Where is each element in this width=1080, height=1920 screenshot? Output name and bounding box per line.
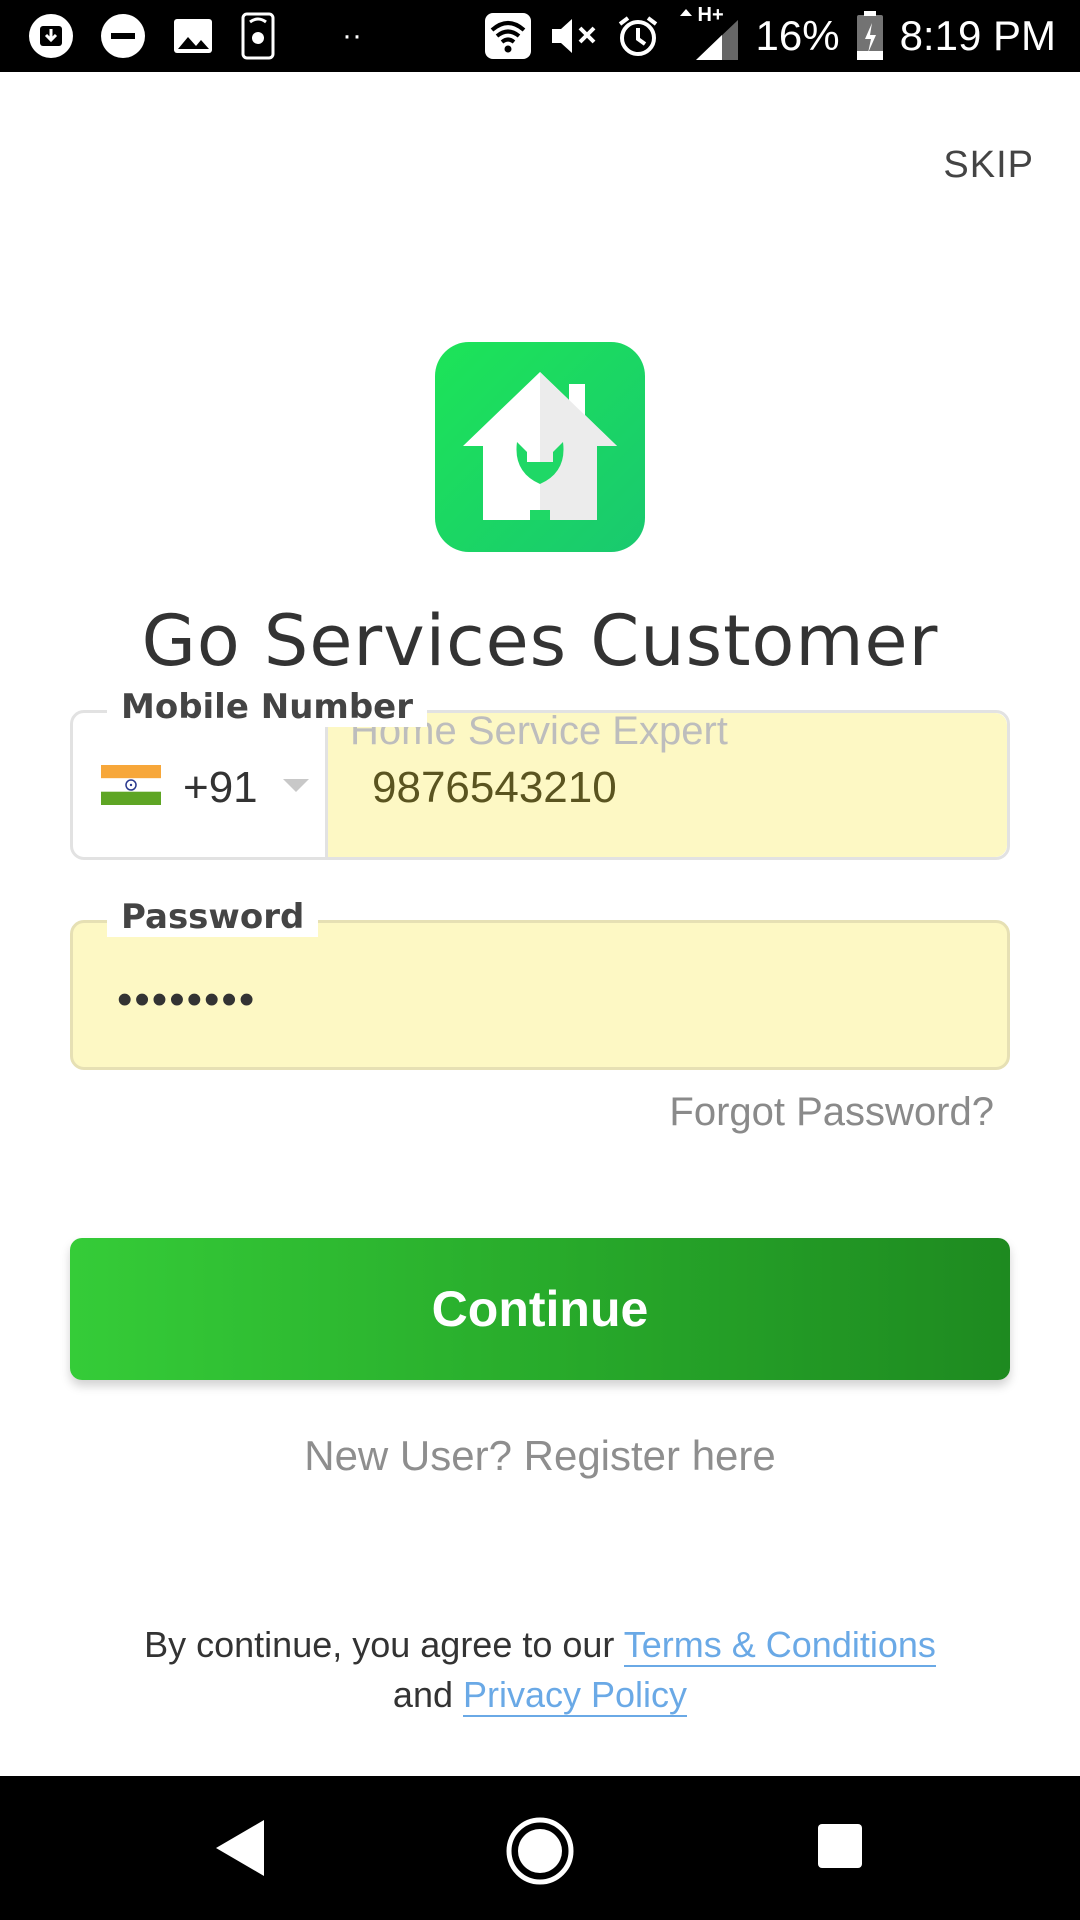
legal-prefix: By continue, you agree to our bbox=[144, 1624, 624, 1665]
app-title: Go Services Customer bbox=[141, 600, 939, 682]
password-input[interactable] bbox=[115, 971, 959, 1029]
phone-settings-icon bbox=[241, 12, 275, 60]
terms-link[interactable]: Terms & Conditions bbox=[623, 1624, 936, 1667]
continue-button[interactable]: Continue bbox=[70, 1238, 1010, 1380]
legal-and: and bbox=[392, 1674, 463, 1715]
mobile-number-field: +91 Home Service Expert Mobile Number bbox=[70, 687, 1010, 860]
privacy-link[interactable]: Privacy Policy bbox=[463, 1674, 688, 1717]
country-code-selector[interactable]: +91 bbox=[73, 713, 325, 857]
forgot-password-link[interactable]: Forgot Password? bbox=[669, 1090, 994, 1135]
status-dots: ·· bbox=[342, 19, 362, 52]
wifi-icon bbox=[484, 13, 531, 59]
recent-apps-icon[interactable] bbox=[818, 1824, 862, 1868]
password-field: Password bbox=[70, 897, 1010, 1070]
signal-icon bbox=[679, 9, 738, 60]
india-flag-icon bbox=[101, 765, 161, 805]
back-icon[interactable] bbox=[212, 1818, 268, 1878]
register-link[interactable]: New User? Register here bbox=[0, 1432, 1080, 1480]
password-label: Password bbox=[107, 897, 319, 937]
navigation-bar bbox=[0, 1776, 1080, 1920]
image-icon bbox=[174, 19, 212, 53]
chevron-down-icon bbox=[283, 779, 309, 792]
clock: 8:19 PM bbox=[899, 12, 1056, 59]
mobile-number-label: Mobile Number bbox=[107, 687, 427, 727]
mute-icon bbox=[551, 19, 595, 53]
battery-charging-icon bbox=[856, 11, 883, 60]
do-not-disturb-icon bbox=[101, 14, 145, 58]
country-code: +91 bbox=[183, 763, 258, 812]
skip-button[interactable]: SKIP bbox=[943, 144, 1034, 187]
legal-notice: By continue, you agree to our Terms & Co… bbox=[0, 1620, 1080, 1720]
home-icon[interactable] bbox=[505, 1816, 575, 1886]
alarm-icon bbox=[618, 16, 657, 56]
phone-number-input[interactable] bbox=[370, 759, 974, 817]
phone-input-container: Home Service Expert bbox=[325, 709, 1007, 857]
app-logo-icon bbox=[435, 342, 645, 552]
battery-percent: 16% bbox=[755, 12, 840, 59]
download-icon bbox=[29, 14, 73, 58]
status-bar: ·· H+ 16% 8:19 PM bbox=[0, 0, 1080, 72]
